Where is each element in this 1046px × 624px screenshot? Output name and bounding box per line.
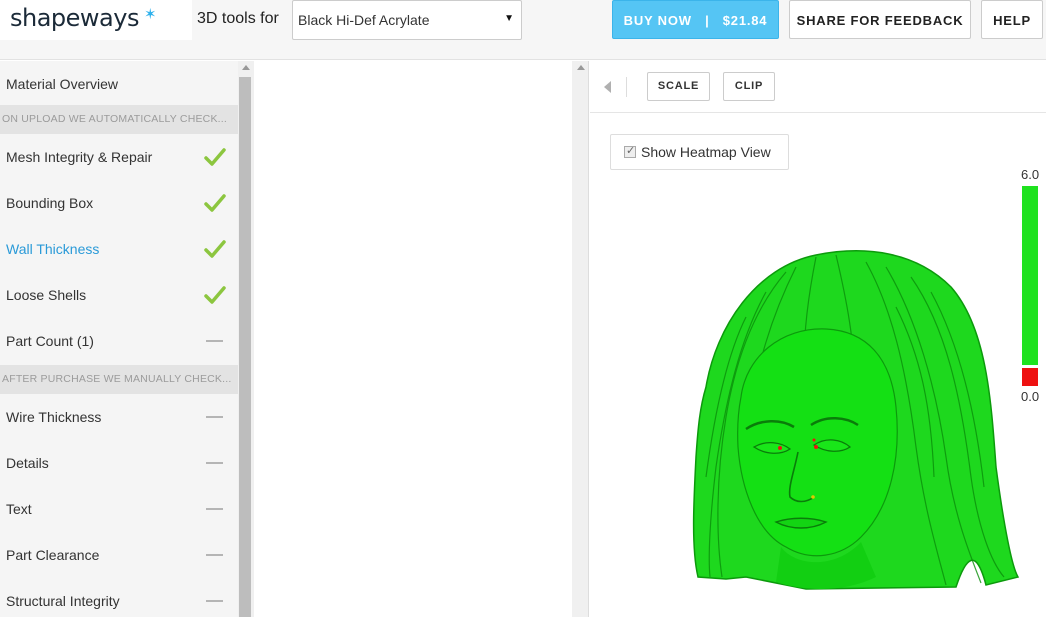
dash-icon — [203, 453, 227, 473]
dash-icon — [203, 591, 227, 611]
check-icon — [204, 286, 226, 304]
collapse-panel-icon[interactable] — [604, 81, 611, 93]
check-icon — [204, 240, 226, 258]
share-for-feedback-button[interactable]: SHARE FOR FEEDBACK — [789, 0, 971, 39]
sidebar-item-label: Wall Thickness — [6, 241, 100, 257]
heatmap-toggle[interactable]: Show Heatmap View — [610, 134, 789, 170]
model-viewer[interactable]: SCALE CLIP Show Heatmap View 6.0 0.0 — [590, 61, 1046, 617]
checks-sidebar: Material Overview ON UPLOAD WE AUTOMATIC… — [0, 61, 238, 617]
legend-safe-band — [1022, 186, 1038, 365]
dash-icon — [203, 499, 227, 519]
viewer-toolbar: SCALE CLIP — [590, 61, 1046, 113]
heatmap-legend — [1022, 186, 1038, 386]
sidebar-item-label: Text — [6, 501, 32, 517]
3d-model-head[interactable] — [686, 247, 1022, 592]
legend-thin-band — [1022, 368, 1038, 386]
section-header-label: ON UPLOAD WE AUTOMATICALLY CHECK... — [2, 113, 228, 125]
tools-label: 3D tools for — [197, 10, 279, 27]
sidebar-item-label: Part Clearance — [6, 547, 100, 563]
section-header-upload: ON UPLOAD WE AUTOMATICALLY CHECK... — [0, 105, 238, 134]
sidebar-item-label: Details — [6, 455, 49, 471]
dash-icon — [203, 407, 227, 427]
sidebar-item-wall-thickness[interactable]: Wall Thickness — [0, 226, 238, 272]
sidebar-item-text[interactable]: Text — [0, 486, 238, 532]
sidebar-item-bounding-box[interactable]: Bounding Box — [0, 180, 238, 226]
legend-max-value: 6.0 — [1021, 167, 1040, 182]
scrollbar-thumb[interactable] — [239, 77, 251, 617]
dropdown-arrow-icon: ▼ — [504, 13, 514, 24]
dash-icon — [203, 331, 227, 351]
sidebar-item-mesh-integrity[interactable]: Mesh Integrity & Repair — [0, 134, 238, 180]
material-select[interactable]: Black Hi-Def Acrylate ▼ — [292, 0, 522, 40]
sidebar-item-label: Material Overview — [6, 76, 119, 92]
logo-star-icon: ✶ — [144, 6, 157, 23]
clip-button[interactable]: CLIP — [723, 72, 775, 101]
check-icon — [204, 194, 226, 212]
sidebar-item-label: Part Count (1) — [6, 333, 94, 349]
top-header: shapeways ✶ 3D tools for Black Hi-Def Ac… — [0, 0, 1046, 60]
sidebar-item-structural-integrity[interactable]: Structural Integrity — [0, 578, 238, 624]
heatmap-label: Show Heatmap View — [641, 144, 771, 160]
logo[interactable]: shapeways ✶ — [0, 0, 192, 40]
detail-panel-scrollbar[interactable] — [572, 61, 589, 617]
sidebar-item-label: Loose Shells — [6, 287, 87, 303]
detail-panel — [254, 61, 572, 617]
check-icon — [204, 148, 226, 166]
sidebar-item-part-clearance[interactable]: Part Clearance — [0, 532, 238, 578]
sidebar-scrollbar[interactable] — [238, 61, 254, 617]
scroll-up-icon[interactable] — [577, 65, 585, 70]
sidebar-item-material-overview[interactable]: Material Overview — [0, 61, 238, 107]
material-select-value: Black Hi-Def Acrylate — [298, 12, 430, 28]
dash-icon — [203, 545, 227, 565]
legend-min-value: 0.0 — [1021, 389, 1040, 404]
sidebar-item-wire-thickness[interactable]: Wire Thickness — [0, 394, 238, 440]
help-button[interactable]: HELP — [981, 0, 1043, 39]
sidebar-item-details[interactable]: Details — [0, 440, 238, 486]
buy-now-button[interactable]: BUY NOW | $21.84 — [612, 0, 779, 39]
sidebar-item-label: Bounding Box — [6, 195, 94, 211]
sidebar-item-loose-shells[interactable]: Loose Shells — [0, 272, 238, 318]
sidebar-item-label: Mesh Integrity & Repair — [6, 149, 153, 165]
sidebar-item-label: Structural Integrity — [6, 593, 120, 609]
logo-text: shapeways — [10, 4, 139, 32]
scale-button[interactable]: SCALE — [647, 72, 710, 101]
heatmap-checkbox[interactable] — [624, 144, 636, 158]
section-header-label: AFTER PURCHASE WE MANUALLY CHECK... — [2, 373, 232, 385]
sidebar-item-label: Wire Thickness — [6, 409, 102, 425]
sidebar-item-part-count[interactable]: Part Count (1) — [0, 318, 238, 364]
toolbar-divider — [626, 77, 627, 97]
scroll-up-icon[interactable] — [242, 65, 250, 70]
section-header-purchase: AFTER PURCHASE WE MANUALLY CHECK... — [0, 365, 238, 394]
